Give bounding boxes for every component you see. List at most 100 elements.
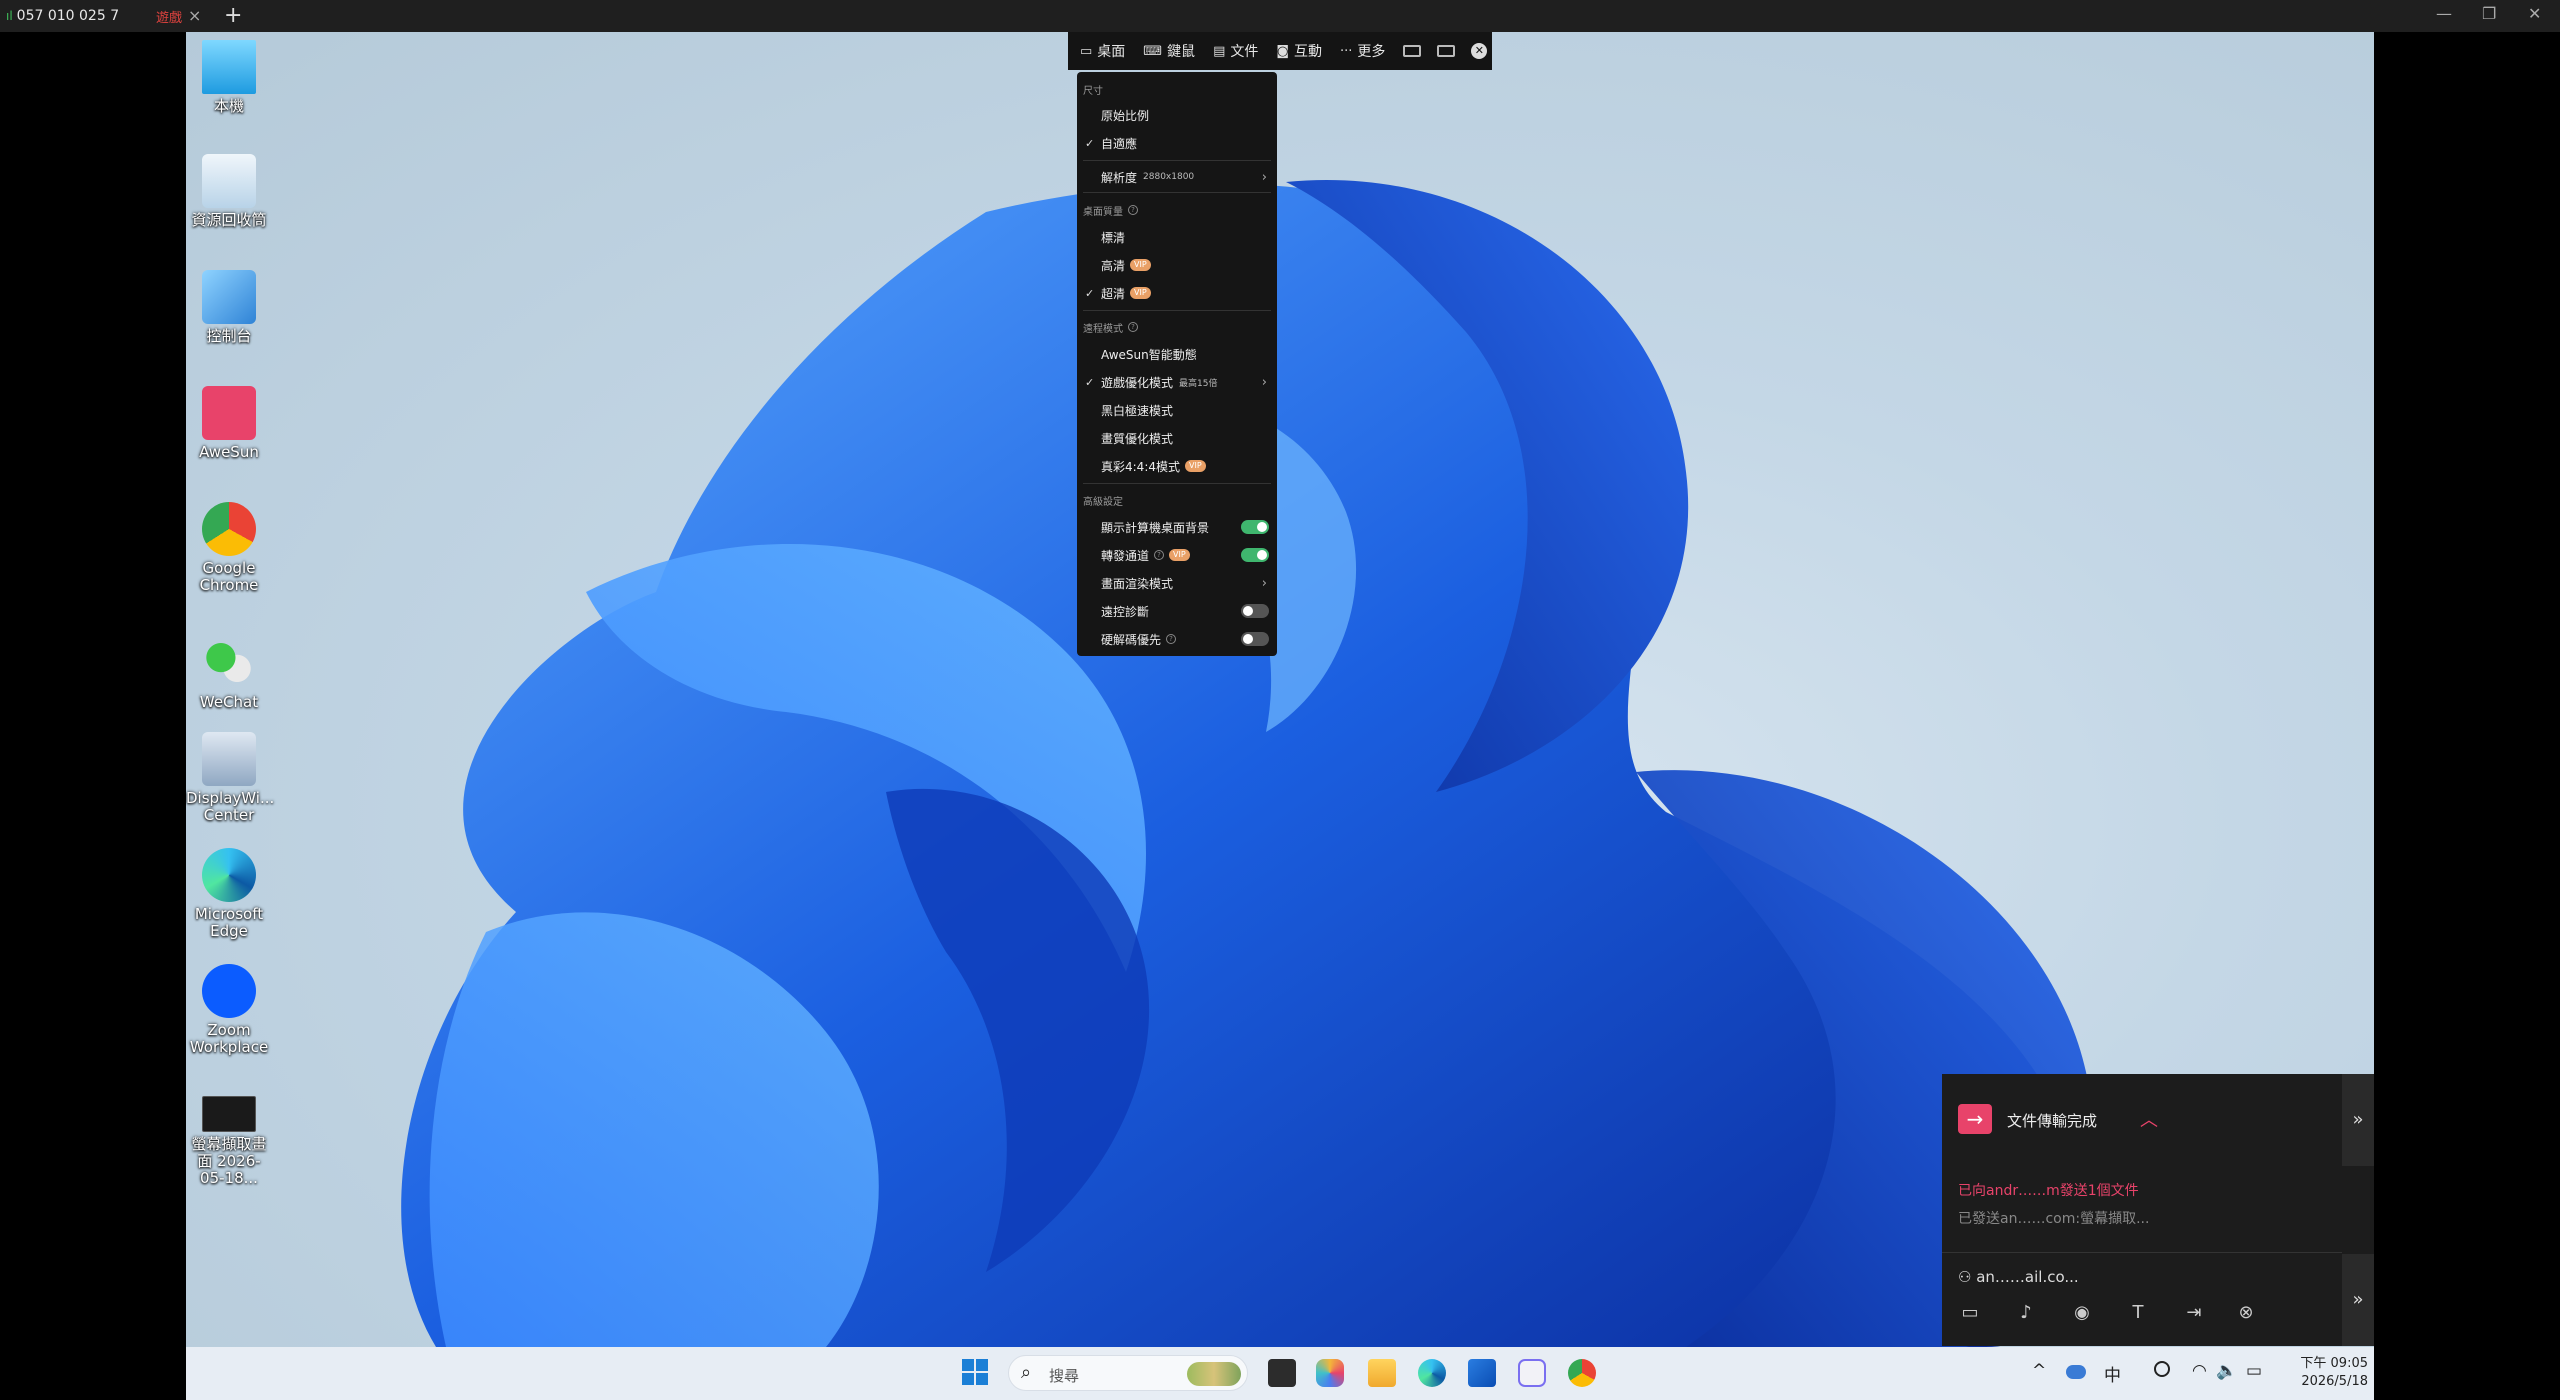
signal-icon: ıl — [6, 9, 13, 23]
text-icon[interactable]: T — [2124, 1300, 2152, 1326]
menu-item-high[interactable]: 高清 VIP — [1077, 254, 1277, 276]
desktop-icon-chrome[interactable]: Google Chrome — [186, 502, 272, 594]
task-view-icon[interactable] — [1268, 1359, 1296, 1387]
panel-divider — [1942, 1252, 2342, 1253]
menu-item-bw-mode[interactable]: 黑白極速模式 — [1077, 399, 1277, 421]
sync-icon[interactable] — [2154, 1361, 2170, 1377]
phone-link-icon[interactable] — [1518, 1359, 1546, 1387]
expand-tools-button[interactable]: » — [2342, 1254, 2374, 1346]
help-icon[interactable]: ? — [1128, 322, 1138, 332]
help-icon[interactable]: ? — [1166, 634, 1177, 644]
toolbar-keyboard-mouse-button[interactable]: ⌨ 鍵鼠 — [1143, 41, 1195, 61]
file-transfer-header: → 文件傳輸完成 ︿ — [1942, 1074, 2342, 1182]
check-icon: ✓ — [1085, 136, 1095, 150]
transfer-detail-line: 已發送an……com:螢幕擷取... — [1958, 1211, 2150, 1227]
clock[interactable]: 下午 09:05 2026/5/18 — [2288, 1355, 2368, 1391]
folder-icon: ▤ — [1213, 43, 1226, 59]
search-box[interactable]: ⌕ 搜尋 — [1008, 1355, 1248, 1391]
minimize-button[interactable]: — — [2436, 4, 2452, 23]
monitor-icon — [202, 40, 256, 94]
disconnect-icon[interactable]: ✕ — [1471, 43, 1488, 59]
vip-badge: VIP — [1169, 549, 1190, 561]
chevron-up-icon[interactable]: ^ — [2032, 1361, 2046, 1381]
file-send-icon[interactable]: ⇥ — [2180, 1300, 2208, 1326]
desktop-icon-this-pc[interactable]: 本機 — [186, 40, 272, 115]
close-window-button[interactable]: ✕ — [2528, 4, 2541, 23]
ime-indicator[interactable]: 中 — [2104, 1361, 2121, 1386]
restore-button[interactable]: ❐ — [2482, 4, 2496, 23]
volume-icon[interactable]: 🔈 — [2216, 1361, 2237, 1381]
vip-badge: VIP — [1130, 259, 1151, 271]
expand-panel-button[interactable]: » — [2342, 1074, 2374, 1166]
chevron-right-icon: › — [1261, 169, 1267, 185]
help-icon[interactable]: ? — [1154, 550, 1165, 560]
menu-header-size: 尺寸 — [1083, 85, 1103, 97]
display-center-icon — [202, 732, 256, 786]
tab-connection[interactable]: ıl 057 010 025 7 — [6, 0, 146, 32]
toolbar-interact-button[interactable]: ◙ 互動 — [1276, 41, 1322, 61]
menu-item-image-mode[interactable]: 畫質優化模式 — [1077, 427, 1277, 449]
menu-item-game-mode[interactable]: ✓ 遊戲優化模式 最高15倍 › — [1077, 371, 1277, 393]
display-settings-menu: 尺寸 原始比例 ✓ 自適應 解析度 2880x1800 › 桌面質量 ? 標清 … — [1077, 72, 1277, 656]
desktop-icon-recycle-bin[interactable]: 資源回收筒 — [186, 154, 272, 229]
toolbar-more-button[interactable]: ··· 更多 — [1340, 41, 1385, 61]
diagnose-toggle[interactable] — [1241, 604, 1269, 618]
file-explorer-icon[interactable] — [1368, 1359, 1396, 1387]
menu-item-smart-dynamic[interactable]: AweSun智能動態 — [1077, 343, 1277, 365]
menu-item-true-color[interactable]: 真彩4:4:4模式 VIP — [1077, 455, 1277, 477]
menu-item-standard[interactable]: 標清 — [1077, 226, 1277, 248]
desktop-icon-control-panel[interactable]: 控制台 — [186, 270, 272, 345]
camera-icon[interactable]: ◉ — [2068, 1300, 2096, 1326]
battery-icon[interactable]: ▭ — [2246, 1361, 2262, 1381]
copilot-icon[interactable] — [1316, 1359, 1344, 1387]
chevron-up-icon[interactable]: ︿ — [2140, 1106, 2158, 1132]
show-bg-toggle[interactable] — [1241, 520, 1269, 534]
close-circle-icon[interactable]: ⊗ — [2232, 1300, 2260, 1326]
wifi-icon[interactable]: ◠ — [2192, 1361, 2207, 1381]
window-mode-icon[interactable] — [1437, 45, 1456, 57]
menu-item-ultra[interactable]: ✓ 超清 VIP — [1077, 282, 1277, 304]
monitor-icon: ▭ — [1080, 43, 1093, 59]
menu-item-diagnose[interactable]: 遠控診斷 — [1077, 600, 1277, 622]
game-mode-detail: 最高15倍 — [1179, 378, 1218, 389]
desktop-icon-zoom[interactable]: Zoom Workplace — [186, 964, 272, 1056]
desktop-icon-wechat[interactable]: WeChat — [186, 636, 272, 711]
menu-item-original-ratio[interactable]: 原始比例 — [1077, 104, 1277, 126]
file-transfer-panel: → 文件傳輸完成 ︿ » 已向andr……m發送1個文件 已發送an……com:… — [1942, 1074, 2374, 1346]
chat-icon[interactable]: ▭ — [1956, 1300, 1984, 1326]
wechat-icon — [202, 636, 256, 690]
remote-toolbar: ▭ 桌面 ⌨ 鍵鼠 ▤ 文件 ◙ 互動 ··· 更多 ✕ — [1068, 32, 1492, 70]
new-tab-button[interactable]: + — [224, 3, 242, 28]
edge-icon[interactable] — [1418, 1359, 1446, 1387]
title-bar: ıl 057 010 025 7 遊戲 × + — ❐ ✕ — [0, 0, 2560, 32]
store-icon[interactable] — [1468, 1359, 1496, 1387]
edge-icon — [202, 848, 256, 902]
desktop-icon-screenshot[interactable]: 螢幕擷取畫面 2026-05-18... — [186, 1096, 272, 1187]
toolbar-file-button[interactable]: ▤ 文件 — [1213, 41, 1258, 61]
help-icon[interactable]: ? — [1128, 205, 1138, 215]
menu-item-resolution[interactable]: 解析度 2880x1800 › — [1077, 166, 1277, 188]
start-button[interactable] — [962, 1359, 988, 1385]
desktop-icon-display-center[interactable]: DisplayWi... Center — [186, 732, 274, 824]
menu-item-hw-decode[interactable]: 硬解碼優先 ? — [1077, 628, 1277, 650]
resolution-value: 2880x1800 — [1143, 172, 1195, 182]
recycle-bin-icon — [202, 154, 256, 208]
onedrive-icon[interactable] — [2066, 1365, 2086, 1379]
tab-game[interactable]: 遊戲 — [156, 0, 212, 32]
zoom-icon — [202, 964, 256, 1018]
menu-item-render-mode[interactable]: 畫面渲染模式 › — [1077, 572, 1277, 594]
chevron-right-icon: › — [1261, 575, 1267, 591]
tab-close-icon[interactable]: × — [188, 6, 201, 25]
hw-decode-toggle[interactable] — [1241, 632, 1269, 646]
taskbar: ⌕ 搜尋 ^ 中 ◠ 🔈 ▭ 下午 09:05 2026/5/18 — [186, 1347, 2374, 1400]
mic-icon[interactable]: ♪ — [2012, 1300, 2040, 1326]
menu-item-fit[interactable]: ✓ 自適應 — [1077, 132, 1277, 154]
menu-item-show-bg[interactable]: 顯示計算機桌面背景 — [1077, 516, 1277, 538]
toolbar-desktop-button[interactable]: ▭ 桌面 — [1080, 41, 1125, 61]
chrome-icon[interactable] — [1568, 1359, 1596, 1387]
desktop-icon-edge[interactable]: Microsoft Edge — [186, 848, 272, 940]
desktop-icon-awesun[interactable]: AweSun — [186, 386, 272, 461]
screen-switch-icon[interactable] — [1403, 45, 1422, 57]
relay-toggle[interactable] — [1241, 548, 1269, 562]
menu-item-relay[interactable]: 轉發通道 ? VIP — [1077, 544, 1277, 566]
